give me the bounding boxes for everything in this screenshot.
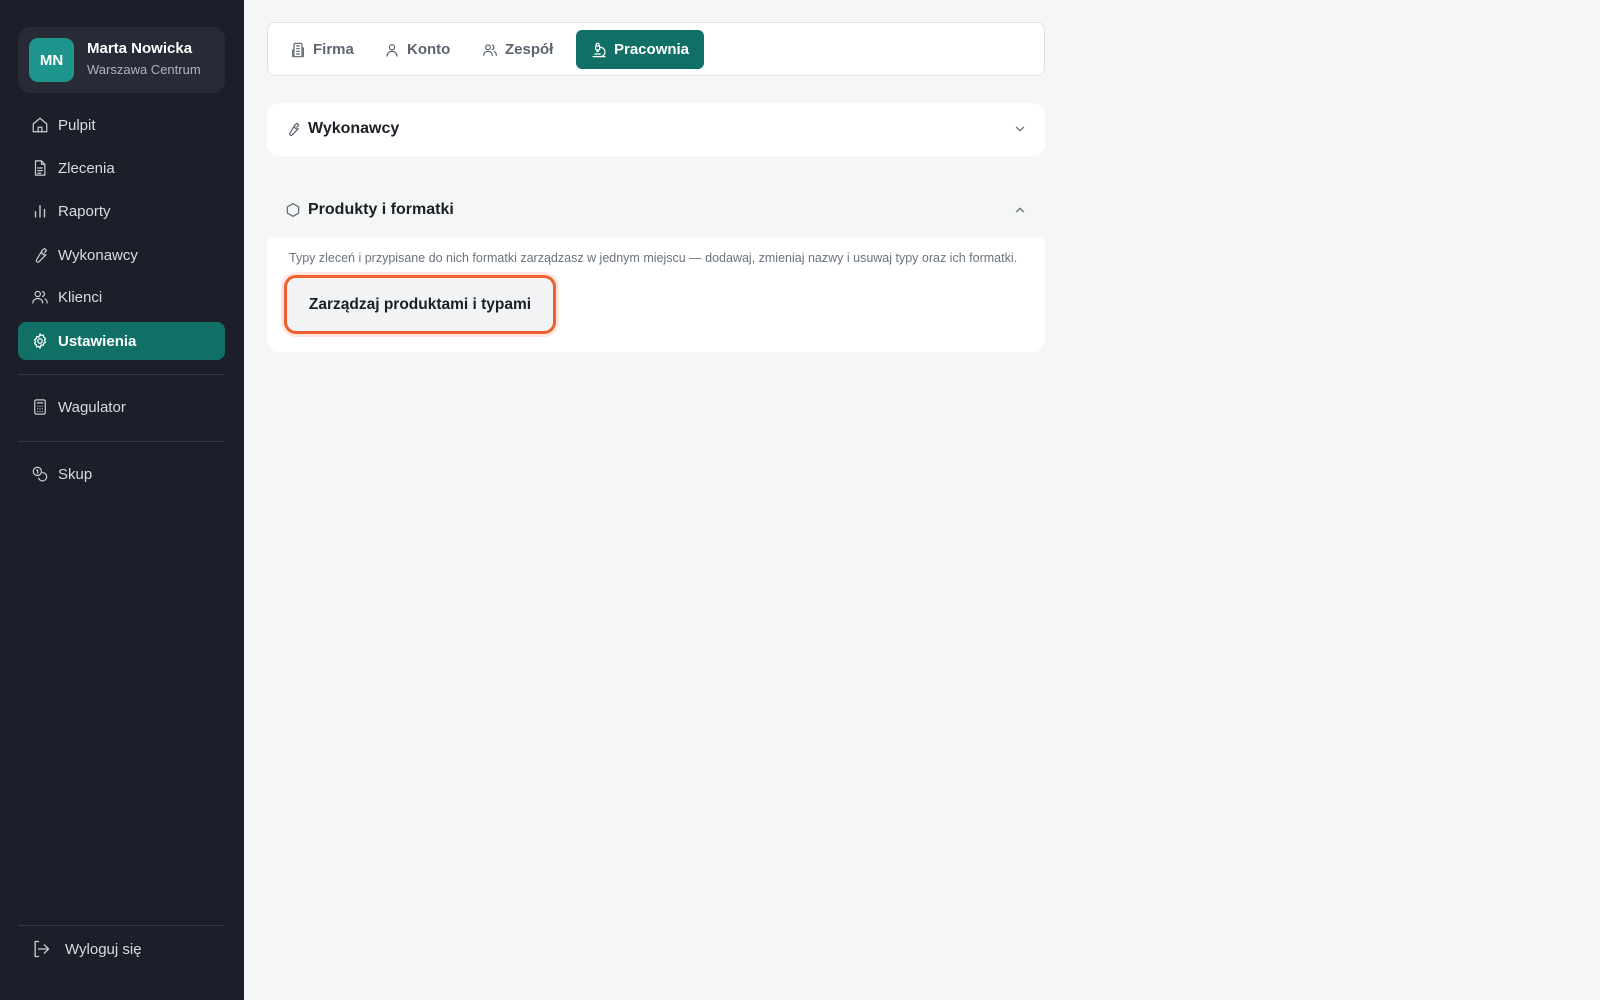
tab-konto[interactable]: Konto	[369, 30, 465, 69]
wrench-icon	[285, 121, 301, 137]
sidebar-item-label: Wykonawcy	[58, 246, 138, 264]
tab-firma[interactable]: Firma	[275, 30, 369, 69]
section-title: Wykonawcy	[308, 120, 400, 137]
sidebar-divider	[18, 441, 225, 442]
wrench-icon	[31, 246, 49, 264]
sidebar-divider	[18, 925, 225, 926]
users-icon	[31, 288, 49, 306]
contractors-section: Wykonawcy	[267, 103, 1045, 156]
user-branch: Warszawa Centrum	[87, 62, 201, 77]
sidebar: MN Marta Nowicka Warszawa Centrum Pulpit…	[0, 0, 244, 1000]
microscope-icon	[591, 42, 607, 58]
sidebar-item-label: Wagulator	[58, 398, 126, 416]
products-section: Produkty i formatki Typy zleceń i przypi…	[267, 183, 1045, 352]
home-icon	[31, 116, 49, 134]
gear-icon	[31, 332, 49, 350]
contractors-section-header[interactable]: Wykonawcy	[267, 103, 1045, 155]
tab-label: Firma	[313, 41, 354, 58]
bar-chart-icon	[31, 202, 49, 220]
manage-products-button[interactable]: Zarządzaj produktami i typami	[284, 275, 556, 334]
sidebar-item-raporty[interactable]: Raporty	[18, 192, 225, 230]
sidebar-item-label: Skup	[58, 465, 93, 483]
sidebar-item-label: Klienci	[58, 288, 103, 306]
sidebar-item-skup[interactable]: Skup	[18, 455, 225, 493]
building-icon	[290, 42, 306, 58]
sidebar-item-label: Ustawienia	[58, 332, 137, 350]
tab-zespol[interactable]: Zespół	[467, 30, 568, 69]
products-section-header[interactable]: Produkty i formatki	[267, 183, 1045, 237]
coins-icon	[31, 465, 49, 483]
sidebar-item-label: Pulpit	[58, 116, 96, 134]
calculator-icon	[31, 398, 49, 416]
user-icon	[384, 42, 400, 58]
tab-pracownia[interactable]: Pracownia	[576, 30, 705, 69]
sidebar-item-label: Raporty	[58, 202, 111, 220]
settings-tabs: Firma Konto Zespół Pracownia	[267, 22, 1045, 76]
section-description: Typy zleceń i przypisane do nich formatk…	[289, 251, 1018, 265]
tab-label: Zespół	[505, 41, 554, 58]
section-title: Produkty i formatki	[308, 201, 454, 218]
chevron-up-icon[interactable]	[1013, 203, 1027, 217]
avatar: MN	[29, 38, 74, 82]
sidebar-divider	[18, 374, 225, 375]
document-icon	[31, 159, 49, 177]
hexagon-icon	[285, 202, 301, 218]
sidebar-item-ustawienia[interactable]: Ustawienia	[18, 322, 225, 360]
logout-icon	[31, 939, 51, 959]
sidebar-item-wykonawcy[interactable]: Wykonawcy	[18, 236, 225, 274]
sidebar-item-zlecenia[interactable]: Zlecenia	[18, 149, 225, 187]
sidebar-item-klienci[interactable]: Klienci	[18, 278, 225, 316]
sidebar-item-pulpit[interactable]: Pulpit	[18, 106, 225, 144]
tab-label: Konto	[407, 41, 451, 58]
user-name: Marta Nowicka	[87, 40, 193, 57]
users-icon	[482, 42, 498, 58]
logout-label: Wyloguj się	[65, 940, 142, 958]
sidebar-item-label: Zlecenia	[58, 159, 115, 177]
user-card[interactable]: MN Marta Nowicka Warszawa Centrum	[18, 27, 225, 93]
logout-button[interactable]: Wyloguj się	[18, 930, 225, 968]
chevron-down-icon[interactable]	[1013, 122, 1027, 136]
sidebar-item-wagulator[interactable]: Wagulator	[18, 388, 225, 426]
tab-label: Pracownia	[614, 41, 690, 58]
